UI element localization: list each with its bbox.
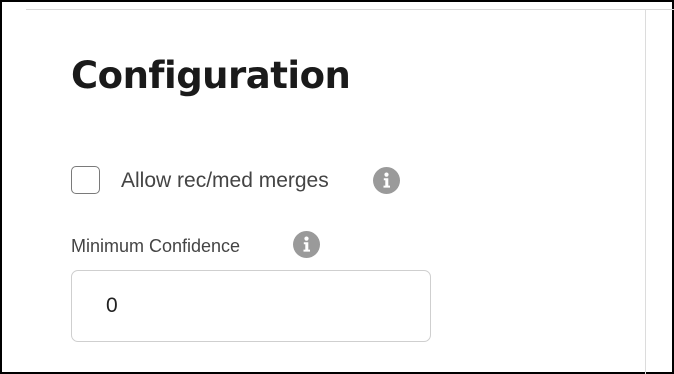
configuration-panel: Configuration Allow rec/med merges Minim… xyxy=(0,0,674,374)
right-divider xyxy=(645,10,646,374)
info-icon[interactable] xyxy=(293,231,320,258)
minimum-confidence-input[interactable] xyxy=(71,270,431,342)
allow-merges-checkbox[interactable] xyxy=(71,166,100,194)
info-icon[interactable] xyxy=(373,167,400,194)
minimum-confidence-label: Minimum Confidence xyxy=(71,236,241,256)
page-title: Configuration xyxy=(71,54,351,97)
top-divider xyxy=(26,9,674,10)
allow-merges-label: Allow rec/med merges xyxy=(121,169,329,192)
